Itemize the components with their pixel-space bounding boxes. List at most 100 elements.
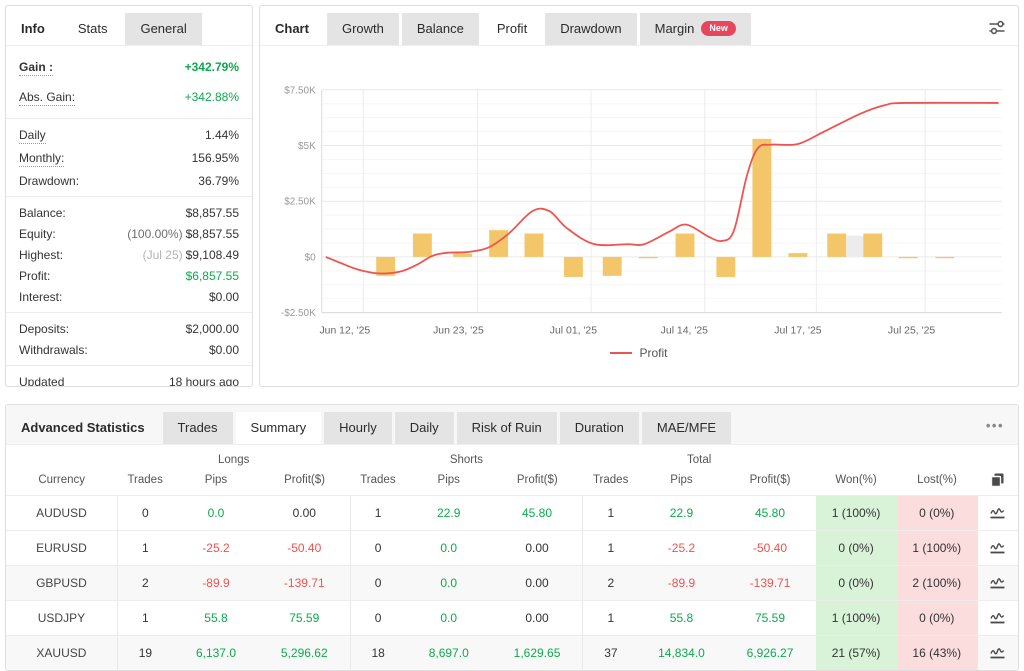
profit-bar[interactable] (453, 254, 472, 257)
legend-label: Profit (639, 346, 667, 360)
stat-row-equity: Equity:(100.00%)$8,857.55 (6, 223, 252, 244)
shorts-trades-cell: 0 (350, 566, 406, 601)
stat-value-text: 1.44% (205, 128, 239, 142)
summary-table: LongsShortsTotalCurrencyTradesPipsProfit… (6, 445, 1018, 670)
shorts-profit-cell: 1,629.65 (492, 636, 583, 671)
tab-label: Risk of Ruin (472, 420, 542, 435)
y-axis-label: $7.50K (284, 85, 316, 96)
shorts-trades-cell: 0 (350, 531, 406, 566)
profit-bar[interactable] (413, 234, 432, 257)
profit-bar[interactable] (935, 257, 954, 258)
chart-settings-icon[interactable] (986, 16, 1008, 38)
stat-row-daily: Daily 1.44% (6, 124, 252, 147)
y-axis-label: $2.50K (284, 197, 316, 208)
profit-bar[interactable] (716, 257, 735, 277)
table-row-usdjpy: USDJPY155.875.5900.00.00155.875.591 (100… (6, 601, 1018, 636)
column-header-pips: Pips (406, 468, 492, 496)
currency-cell: EURUSD (6, 531, 117, 566)
row-chart-button[interactable] (977, 531, 1018, 566)
tab-duration[interactable]: Duration (560, 412, 639, 444)
tab-risk-of-ruin[interactable]: Risk of Ruin (457, 412, 557, 444)
profit-chart[interactable]: $7.50K$5K$2.50K$0-$2.50KJun 12, '25Jun 2… (264, 54, 1010, 342)
profit-bar[interactable] (752, 139, 771, 257)
stat-label: Updated (19, 375, 64, 388)
lost-cell: 0 (0%) (897, 601, 978, 636)
total-trades-cell: 1 (583, 601, 639, 636)
tab-trades[interactable]: Trades (163, 412, 233, 444)
profit-bar[interactable] (525, 234, 544, 257)
stat-value-text: $0.00 (209, 343, 239, 357)
profit-bar[interactable] (676, 234, 695, 257)
group-header-spacer (816, 445, 1018, 468)
tab-general[interactable]: General (125, 13, 201, 45)
profit-bar[interactable] (639, 257, 658, 258)
tab-chart[interactable]: Chart (270, 13, 324, 45)
tab-summary[interactable]: Summary (236, 412, 322, 444)
copy-table-icon[interactable] (990, 472, 1005, 488)
tab-profit[interactable]: Profit (482, 13, 542, 45)
tab-growth[interactable]: Growth (327, 13, 399, 45)
tab-info[interactable]: Info (16, 13, 60, 45)
chart-tabs: Chart Growth BalanceProfitDrawdownMarginNe… (270, 13, 754, 45)
stats-panel: InfoStatsGeneral Gain :+342.79%Abs. Gain… (5, 5, 253, 387)
tab-label: Margin (655, 21, 695, 36)
tab-margin[interactable]: MarginNew (640, 13, 751, 45)
group-header-longs: Longs (117, 445, 350, 468)
open-chart-icon[interactable] (989, 575, 1006, 589)
corner-cell (6, 445, 117, 468)
column-header-currency: Currency (6, 468, 117, 496)
profit-bar[interactable] (827, 234, 846, 257)
adv-strip-right: ••• (982, 412, 1008, 444)
profit-bar[interactable] (899, 257, 918, 258)
stat-value: $2,000.00 (186, 322, 239, 336)
tab-hourly[interactable]: Hourly (324, 412, 392, 444)
open-chart-icon[interactable] (989, 540, 1006, 554)
open-chart-icon[interactable] (989, 645, 1006, 659)
x-axis-label: Jul 25, '25 (888, 326, 935, 337)
tab-drawdown[interactable]: Drawdown (545, 13, 636, 45)
tab-balance[interactable]: Balance (402, 13, 479, 45)
won-cell: 21 (57%) (816, 636, 897, 671)
longs-pips-cell: -25.2 (173, 531, 259, 566)
y-axis-label: -$2.50K (281, 308, 316, 319)
profit-bar[interactable] (788, 253, 807, 257)
more-menu-button[interactable]: ••• (982, 418, 1008, 433)
tab-mae-mfe[interactable]: MAE/MFE (642, 412, 731, 444)
row-chart-button[interactable] (977, 496, 1018, 531)
stats-tabstrip: InfoStatsGeneral (6, 6, 252, 46)
stat-value-prefix: (Jul 25) (143, 248, 183, 262)
column-header-profit: Profit($) (259, 468, 350, 496)
tab-stats[interactable]: Stats (63, 13, 123, 45)
tab-label: Growth (342, 21, 384, 36)
tab-label: Hourly (339, 420, 377, 435)
stat-value: $0.00 (209, 343, 239, 357)
currency-cell: GBPUSD (6, 566, 117, 601)
stat-value: $8,857.55 (186, 206, 239, 220)
column-header-won: Won(%) (816, 468, 897, 496)
shorts-profit-cell: 0.00 (492, 531, 583, 566)
row-chart-button[interactable] (977, 566, 1018, 601)
stat-label: Daily (19, 128, 46, 144)
profit-bar[interactable] (846, 236, 865, 257)
shorts-profit-cell: 0.00 (492, 566, 583, 601)
stat-value: +342.88% (185, 90, 239, 104)
profit-bar[interactable] (863, 234, 882, 257)
row-chart-button[interactable] (977, 601, 1018, 636)
longs-trades-cell: 2 (117, 566, 173, 601)
profit-bar[interactable] (489, 230, 508, 257)
profit-chart-wrap: $7.50K$5K$2.50K$0-$2.50KJun 12, '25Jun 2… (260, 46, 1018, 342)
open-chart-icon[interactable] (989, 505, 1006, 519)
stat-value: 36.79% (198, 174, 239, 188)
profit-bar[interactable] (564, 257, 583, 277)
stat-value: $6,857.55 (186, 269, 239, 283)
total-profit-cell: 45.80 (724, 496, 815, 531)
shorts-trades-cell: 0 (350, 601, 406, 636)
tab-daily[interactable]: Daily (395, 412, 454, 444)
profit-bar[interactable] (603, 257, 622, 276)
stat-label: Equity: (19, 227, 56, 241)
row-chart-button[interactable] (977, 636, 1018, 671)
total-pips-cell: 22.9 (638, 496, 724, 531)
open-chart-icon[interactable] (989, 610, 1006, 624)
stat-row-balance: Balance:$8,857.55 (6, 202, 252, 223)
column-header-trades: Trades (583, 468, 639, 496)
